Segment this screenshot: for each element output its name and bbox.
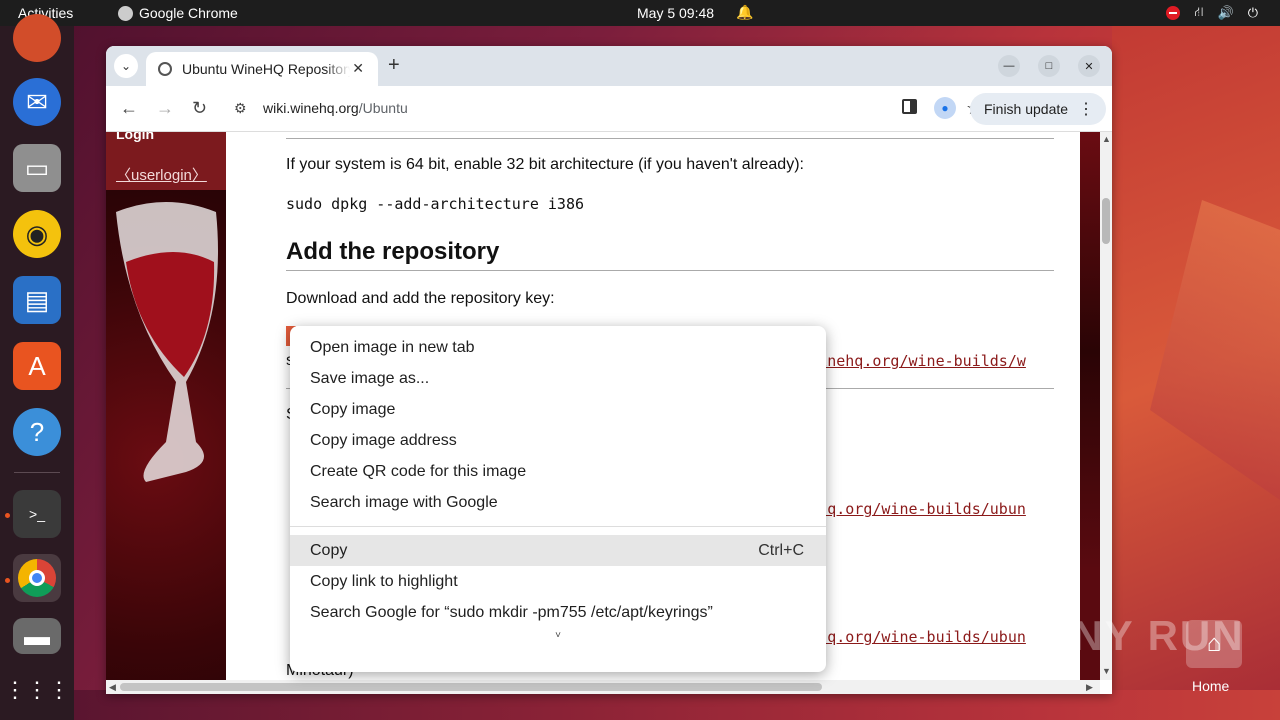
tab-title: Ubuntu WineHQ Repository [182, 61, 350, 77]
wine-background-right [1080, 132, 1100, 680]
address-bar[interactable]: ⚙ wiki.winehq.org/Ubuntu ☆ [222, 93, 982, 125]
wallpaper-shape [74, 690, 1280, 720]
dock: ✉ ▭ ◉ ▤ A ? >_ ▬ ⋮⋮⋮ [0, 14, 74, 720]
bell-icon[interactable]: 🔔 [736, 4, 753, 21]
menu-search-image-google[interactable]: Search image with Google [290, 487, 826, 518]
section-heading: Add the repository [286, 238, 500, 265]
paragraph: If your system is 64 bit, enable 32 bit … [286, 156, 804, 173]
files-icon[interactable]: ▭ [13, 144, 61, 192]
more-chevron-icon[interactable]: ˅ [290, 630, 826, 641]
menu-copy-link-highlight[interactable]: Copy link to highlight [290, 566, 826, 597]
home-label[interactable]: Home [1192, 678, 1229, 694]
app-grid-icon[interactable]: ⋮⋮⋮ [4, 666, 70, 714]
chrome-icon [118, 5, 133, 21]
writer-icon[interactable]: ▤ [13, 276, 61, 324]
scroll-up-icon[interactable]: ▲ [1102, 134, 1111, 144]
home-folder-icon[interactable]: ⌂ [1186, 620, 1242, 668]
system-tray[interactable]: ⛙ 🔊 ⏻ [1166, 4, 1258, 22]
scroll-thumb[interactable] [120, 683, 822, 691]
clock[interactable]: May 5 09:48 [637, 5, 714, 21]
menu-copy-image[interactable]: Copy image [290, 394, 826, 425]
new-tab-button[interactable]: + [388, 54, 400, 77]
menu-copy[interactable]: Copy Ctrl+C [290, 535, 826, 566]
terminal-icon[interactable]: >_ [13, 490, 61, 538]
maximize-button[interactable]: □ [1038, 55, 1060, 77]
divider [286, 138, 1054, 139]
forward-icon[interactable]: → [156, 98, 174, 119]
help-icon[interactable]: ? [13, 408, 61, 456]
volume-icon: 🔊 [1217, 5, 1234, 20]
menu-open-image-new-tab[interactable]: Open image in new tab [290, 332, 826, 363]
menu-copy-image-address[interactable]: Copy image address [290, 425, 826, 456]
context-menu: Open image in new tab Save image as... C… [290, 326, 826, 672]
code-line: sudo dpkg --add-architecture i386 [286, 195, 585, 213]
login-link[interactable]: Login [116, 132, 154, 142]
scroll-down-icon[interactable]: ▼ [1102, 666, 1111, 676]
horizontal-scrollbar[interactable]: ◀ ▶ [106, 680, 1100, 694]
rhythmbox-icon[interactable]: ◉ [13, 210, 61, 258]
close-window-button[interactable]: ✕ [1078, 55, 1100, 77]
reload-icon[interactable]: ↻ [192, 98, 207, 119]
thunderbird-icon[interactable]: ✉ [13, 78, 61, 126]
scroll-right-icon[interactable]: ▶ [1086, 682, 1093, 693]
minimize-button[interactable]: — [998, 55, 1020, 77]
scroll-left-icon[interactable]: ◀ [109, 682, 116, 693]
finish-update-button[interactable]: Finish update ⋮ [970, 93, 1106, 125]
url-text[interactable]: wiki.winehq.org/Ubuntu [263, 100, 408, 116]
finish-update-label: Finish update [984, 101, 1069, 117]
tab-search-button[interactable]: ⌄ [114, 54, 138, 78]
paragraph: Download and add the repository key: [286, 290, 555, 307]
scroll-thumb[interactable] [1102, 198, 1110, 244]
power-icon: ⏻ [1247, 5, 1258, 20]
menu-create-qr-code[interactable]: Create QR code for this image [290, 456, 826, 487]
divider [286, 270, 1054, 271]
shortcut-label: Ctrl+C [758, 541, 804, 559]
menu-dots-icon[interactable]: ⋮ [1078, 99, 1094, 119]
top-bar: Activities Google Chrome May 5 09:48 🔔 ⛙… [0, 0, 1280, 26]
firefox-icon[interactable] [13, 14, 61, 62]
site-info-icon[interactable]: ⚙ [234, 100, 247, 117]
network-icon: ⛙ [1194, 4, 1204, 19]
tab-active[interactable]: Ubuntu WineHQ Repository ✕ [146, 52, 378, 86]
menu-search-google-for[interactable]: Search Google for “sudo mkdir -pm755 /et… [290, 597, 826, 628]
wine-glass-image [116, 202, 218, 482]
globe-icon [158, 62, 172, 76]
dnd-icon [1166, 6, 1181, 20]
app-menu[interactable]: Google Chrome [118, 5, 238, 21]
tab-strip: ⌄ Ubuntu WineHQ Repository ✕ + — □ ✕ [106, 46, 1112, 86]
app-name: Google Chrome [139, 5, 238, 21]
running-indicator [5, 513, 10, 518]
userlogin-link[interactable]: 〈userlogin〉 [116, 164, 207, 185]
chrome-dock-icon[interactable] [13, 554, 61, 602]
menu-separator [290, 526, 826, 527]
side-panel-icon[interactable] [902, 99, 917, 114]
profile-avatar-icon[interactable]: ● [934, 97, 956, 119]
disk-icon[interactable]: ▬ [13, 618, 61, 654]
running-indicator [5, 578, 10, 583]
app-center-icon[interactable]: A [13, 342, 61, 390]
back-icon[interactable]: ← [120, 98, 138, 119]
menu-save-image-as[interactable]: Save image as... [290, 363, 826, 394]
vertical-scrollbar[interactable]: ▲ ▼ [1100, 132, 1112, 680]
dock-separator [14, 472, 60, 473]
tab-close-icon[interactable]: ✕ [352, 60, 364, 77]
toolbar: ← → ↻ ⚙ wiki.winehq.org/Ubuntu ☆ ● Finis… [106, 86, 1112, 132]
